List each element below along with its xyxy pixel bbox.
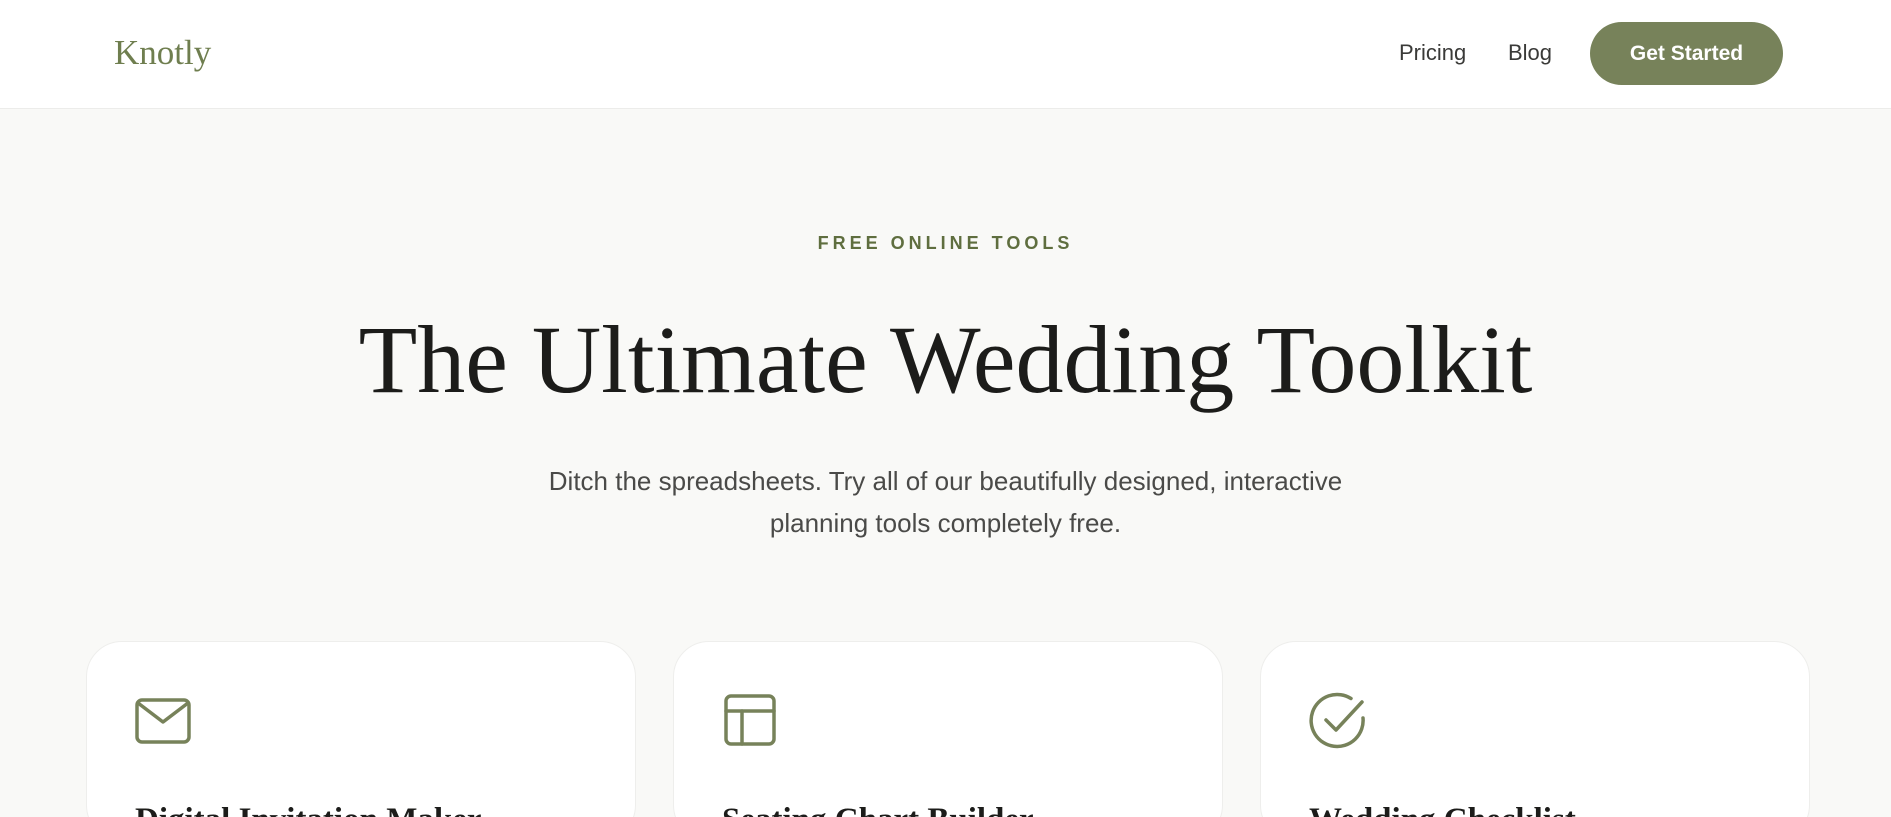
tool-card-checklist[interactable]: Wedding Checklist [1260, 641, 1810, 817]
hero-subtitle-line-2: planning tools completely free. [769, 508, 1122, 538]
tool-card-invitation[interactable]: Digital Invitation Maker [86, 641, 636, 817]
envelope-icon [135, 692, 193, 750]
get-started-button[interactable]: Get Started [1590, 22, 1783, 85]
hero-subtitle: Ditch the spreadsheets. Try all of our b… [0, 460, 1891, 544]
tool-card-title: Digital Invitation Maker [135, 800, 481, 817]
nav-link-blog[interactable]: Blog [1508, 37, 1552, 69]
layout-icon [722, 692, 780, 750]
hero-title: The Ultimate Wedding Toolkit [358, 306, 1533, 413]
brand-logo[interactable]: Knotly [114, 30, 211, 76]
hero-subtitle-line-1: Ditch the spreadsheets. Try all of our b… [548, 466, 1343, 496]
tool-card-title: Seating Chart Builder [722, 800, 1034, 817]
nav-link-pricing[interactable]: Pricing [1399, 37, 1466, 69]
tool-card-seating-chart[interactable]: Seating Chart Builder [673, 641, 1223, 817]
hero-eyebrow: FREE ONLINE TOOLS [817, 233, 1074, 253]
check-circle-icon [1309, 692, 1367, 750]
top-nav-bar: Knotly Pricing Blog Get Started [0, 0, 1891, 109]
tool-card-title: Wedding Checklist [1309, 800, 1576, 817]
